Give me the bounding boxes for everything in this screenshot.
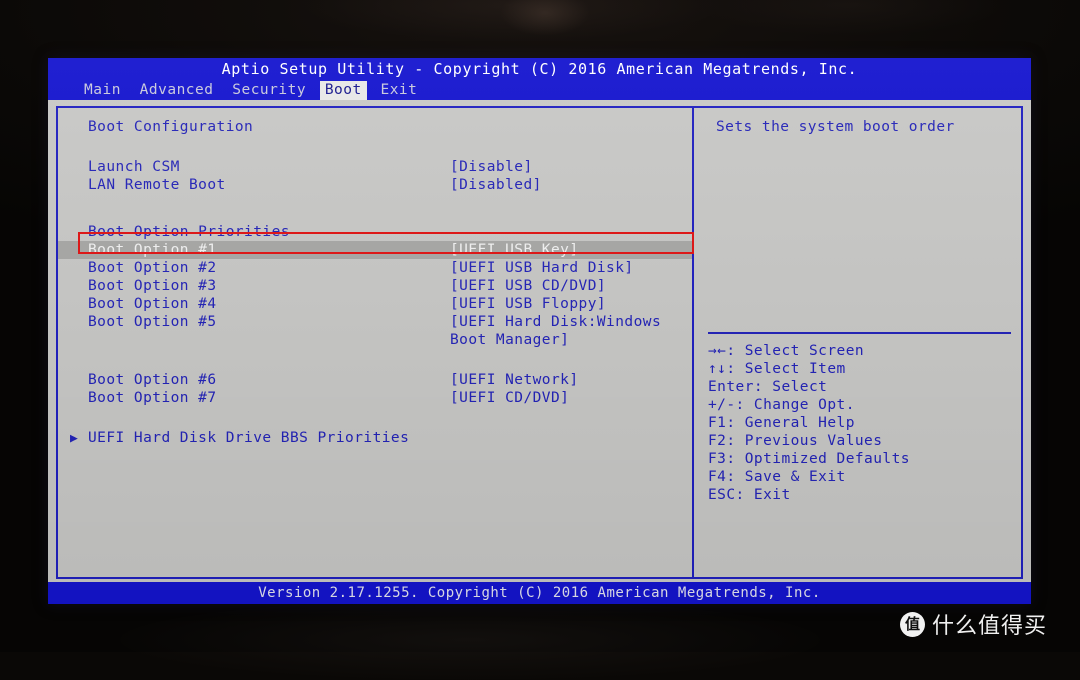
boot-option-value-2[interactable]: [UEFI USB Hard Disk] xyxy=(450,259,634,277)
boot-option-row-3[interactable]: Boot Option #3 [UEFI USB CD/DVD] xyxy=(58,277,692,295)
menu-bar[interactable]: Main Advanced Security Boot Exit xyxy=(48,81,1031,100)
key-legend-select-item: ↑↓: Select Item xyxy=(708,361,846,377)
window-title: Aptio Setup Utility - Copyright (C) 2016… xyxy=(221,60,858,78)
settings-panel: Boot Configuration Launch CSM [Disable] … xyxy=(58,108,694,577)
boot-option-row-7[interactable]: Boot Option #7 [UEFI CD/DVD] xyxy=(58,389,692,407)
boot-option-label-3: Boot Option #3 xyxy=(88,278,217,294)
key-legend-general-help: F1: General Help xyxy=(708,415,855,431)
monitor-bezel-glare-left xyxy=(300,0,720,40)
boot-option-value-6[interactable]: [UEFI Network] xyxy=(450,371,579,389)
tab-main[interactable]: Main xyxy=(79,81,126,100)
boot-option-label-7: Boot Option #7 xyxy=(88,390,217,406)
watermark: 值 什么值得买 xyxy=(900,608,1047,640)
boot-option-priorities-heading: Boot Option Priorities xyxy=(88,224,290,240)
submenu-uefi-hard-disk-bbs-priorities[interactable]: ▶ UEFI Hard Disk Drive BBS Priorities xyxy=(58,429,692,447)
help-panel: Sets the system boot order →←: Select Sc… xyxy=(694,108,1021,577)
boot-option-row-6[interactable]: Boot Option #6 [UEFI Network] xyxy=(58,371,692,389)
tab-security[interactable]: Security xyxy=(227,81,311,100)
footer-version-text: Version 2.17.1255. Copyright (C) 2016 Am… xyxy=(258,585,821,601)
photograph-of-monitor: Aptio Setup Utility - Copyright (C) 2016… xyxy=(0,0,1080,680)
bios-body: Boot Configuration Launch CSM [Disable] … xyxy=(48,100,1031,581)
tab-boot[interactable]: Boot xyxy=(319,81,367,100)
desk-shadow xyxy=(120,600,820,680)
submenu-label: UEFI Hard Disk Drive BBS Priorities xyxy=(88,430,410,446)
boot-option-row-1[interactable]: Boot Option #1 [UEFI USB Key] xyxy=(58,241,692,259)
setting-value-launch-csm[interactable]: [Disable] xyxy=(450,158,533,176)
boot-option-label-5: Boot Option #5 xyxy=(88,314,217,330)
boot-option-value-4[interactable]: [UEFI USB Floppy] xyxy=(450,295,606,313)
setting-label-lan-remote-boot: LAN Remote Boot xyxy=(88,177,226,193)
key-legend-change-opt: +/-: Change Opt. xyxy=(708,397,855,413)
key-legend-save-exit: F4: Save & Exit xyxy=(708,469,846,485)
boot-option-label-1: Boot Option #1 xyxy=(88,242,217,258)
boot-option-label-2: Boot Option #2 xyxy=(88,260,217,276)
boot-option-row-4[interactable]: Boot Option #4 [UEFI USB Floppy] xyxy=(58,295,692,313)
footer-bar: Version 2.17.1255. Copyright (C) 2016 Am… xyxy=(48,582,1031,604)
boot-option-row-5-wrap: Boot Manager] xyxy=(58,331,692,349)
help-description: Sets the system boot order xyxy=(716,119,955,135)
boot-option-row-5[interactable]: Boot Option #5 [UEFI Hard Disk:Windows xyxy=(58,313,692,331)
bios-setup-screen: Aptio Setup Utility - Copyright (C) 2016… xyxy=(48,58,1031,604)
boot-option-label-6: Boot Option #6 xyxy=(88,372,217,388)
key-legend-esc-exit: ESC: Exit xyxy=(708,487,791,503)
setting-row-lan-remote-boot[interactable]: LAN Remote Boot [Disabled] xyxy=(58,176,692,194)
watermark-text: 什么值得买 xyxy=(932,614,1048,639)
key-legend-enter-select: Enter: Select xyxy=(708,379,828,395)
key-legend-previous-values: F2: Previous Values xyxy=(708,433,883,449)
watermark-logo-icon: 值 xyxy=(900,611,925,637)
setting-row-launch-csm[interactable]: Launch CSM [Disable] xyxy=(58,158,692,176)
tab-exit[interactable]: Exit xyxy=(375,81,422,100)
key-legend-optimized-defaults: F3: Optimized Defaults xyxy=(708,451,910,467)
boot-option-value-1[interactable]: [UEFI USB Key] xyxy=(450,241,579,259)
panels-container: Boot Configuration Launch CSM [Disable] … xyxy=(56,106,1023,579)
boot-option-value-5-line2: Boot Manager] xyxy=(450,332,570,348)
monitor-bezel-glare-right xyxy=(700,0,1000,35)
window-title-bar: Aptio Setup Utility - Copyright (C) 2016… xyxy=(48,58,1031,81)
triangle-right-icon: ▶ xyxy=(70,431,79,446)
setting-value-lan-remote-boot[interactable]: [Disabled] xyxy=(450,176,542,194)
boot-option-value-3[interactable]: [UEFI USB CD/DVD] xyxy=(450,277,606,295)
boot-option-row-2[interactable]: Boot Option #2 [UEFI USB Hard Disk] xyxy=(58,259,692,277)
monitor-reflection-highlight xyxy=(500,0,590,36)
key-legend-select-screen: →←: Select Screen xyxy=(708,343,865,359)
boot-option-value-7[interactable]: [UEFI CD/DVD] xyxy=(450,389,569,407)
setting-label-launch-csm: Launch CSM xyxy=(88,159,180,175)
boot-configuration-heading: Boot Configuration xyxy=(88,119,254,135)
boot-option-value-5[interactable]: [UEFI Hard Disk:Windows xyxy=(450,313,661,331)
boot-option-label-4: Boot Option #4 xyxy=(88,296,217,312)
tab-advanced[interactable]: Advanced xyxy=(135,81,219,100)
key-legend: →←: Select Screen ↑↓: Select Item Enter:… xyxy=(694,342,1021,504)
help-divider xyxy=(708,332,1011,334)
